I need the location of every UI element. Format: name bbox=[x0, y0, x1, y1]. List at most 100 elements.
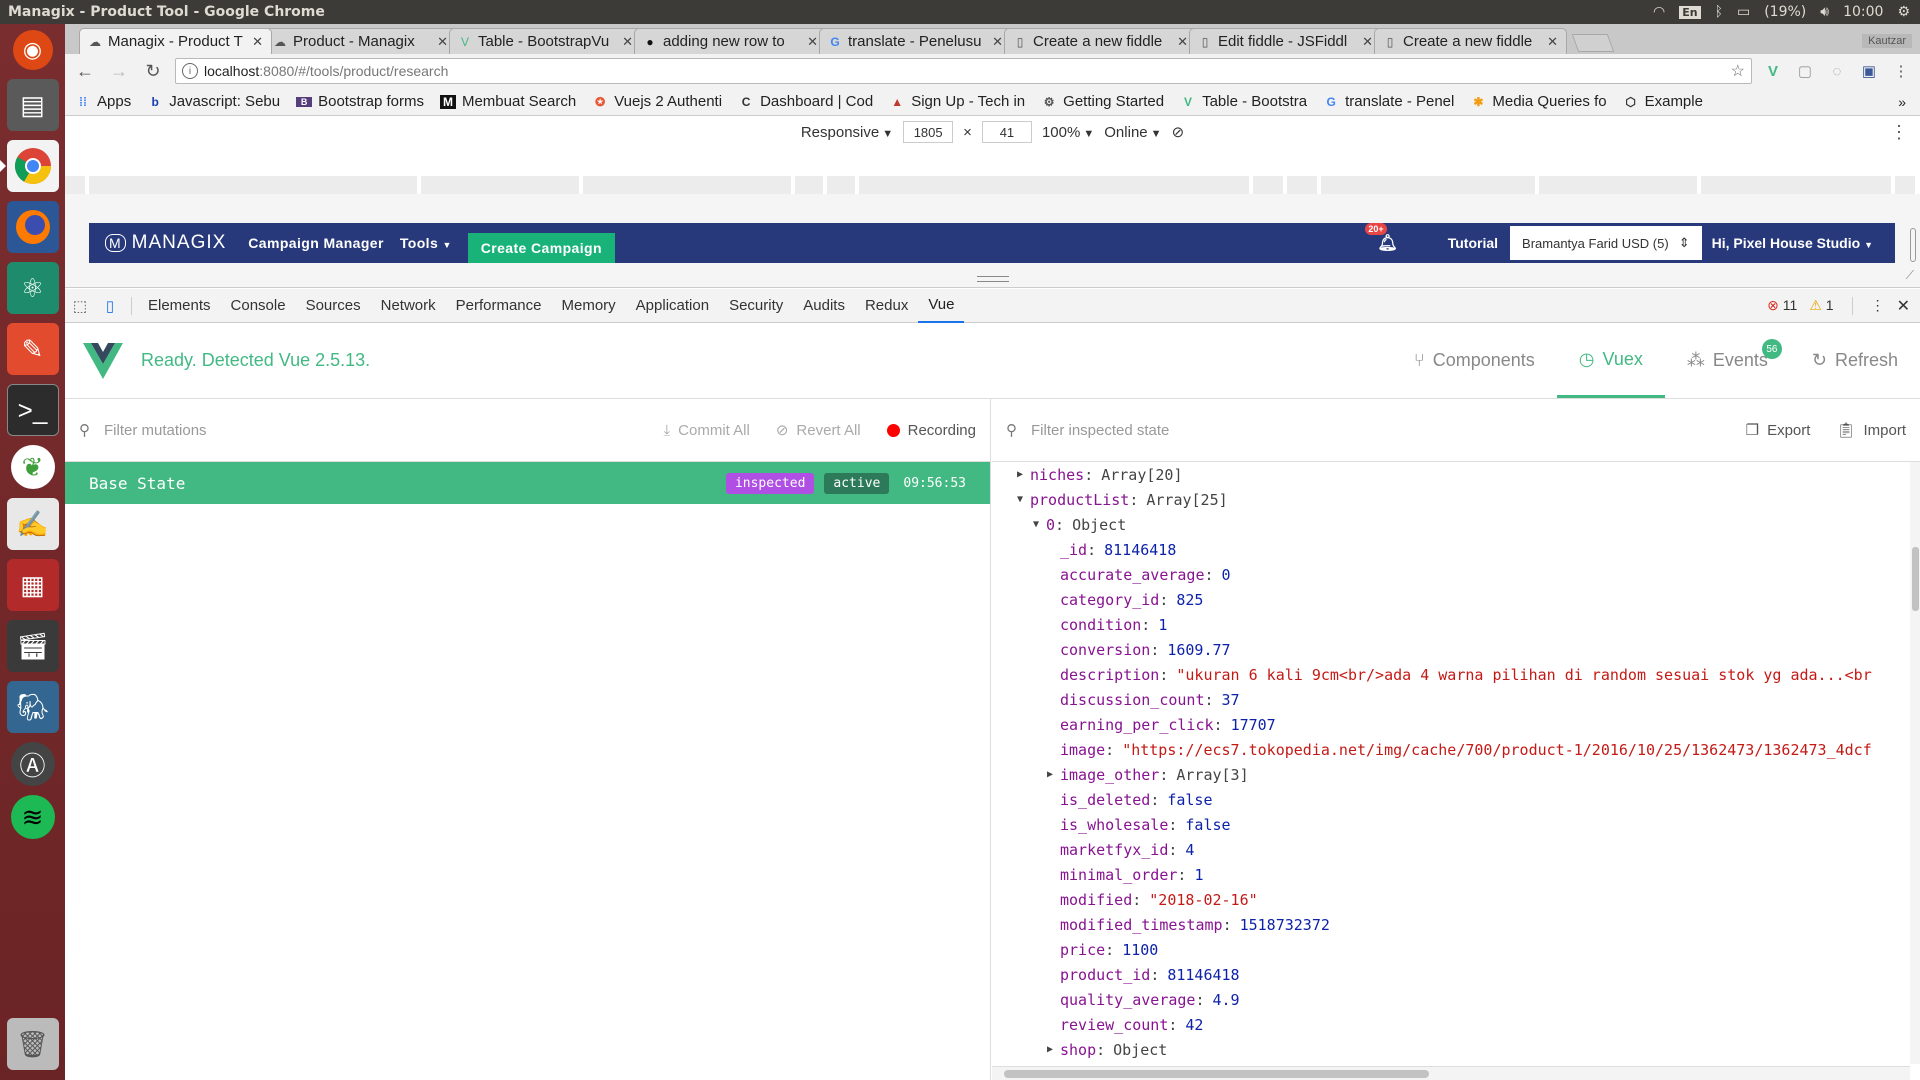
media-query-bar[interactable] bbox=[1895, 176, 1915, 194]
ubuntu-logo-icon[interactable]: ◉ bbox=[12, 30, 53, 70]
tab-vuex[interactable]: ◷ Vuex bbox=[1556, 323, 1665, 398]
volume-icon[interactable]: 🔊︎ bbox=[1820, 4, 1829, 20]
state-row[interactable]: ▶ image_other: Array[3] bbox=[992, 762, 1910, 787]
close-devtools-icon[interactable]: ✕ bbox=[1897, 296, 1910, 316]
warning-count[interactable]: ⚠ 1 bbox=[1809, 297, 1833, 314]
media-query-bar[interactable] bbox=[421, 176, 579, 194]
media-query-bar[interactable] bbox=[1321, 176, 1535, 194]
browser-tab[interactable]: V Table - BootstrapVu ✕ bbox=[449, 28, 642, 54]
browser-tab[interactable]: ☁ Managix - Product T ✕ bbox=[79, 28, 272, 54]
base-state-entry[interactable]: Base State inspected active 09:56:53 bbox=[65, 462, 990, 504]
forward-arrow-icon[interactable]: → bbox=[107, 61, 131, 82]
battery-icon[interactable]: ▭ bbox=[1737, 4, 1750, 20]
vertical-scrollbar[interactable] bbox=[1910, 462, 1920, 1064]
media-query-bar[interactable] bbox=[859, 176, 1249, 194]
bookmark-item[interactable]: ⚙ Getting Started bbox=[1041, 93, 1164, 110]
mongodb-icon[interactable]: ❦ bbox=[10, 445, 55, 489]
zoom-dropdown[interactable]: 100% bbox=[1042, 124, 1094, 141]
bookmark-item[interactable]: ✪ Vuejs 2 Authenti bbox=[592, 93, 722, 110]
close-icon[interactable]: ✕ bbox=[1362, 34, 1373, 50]
star-icon[interactable]: ☆ bbox=[1731, 61, 1745, 81]
state-row[interactable]: ▼ 0: Object bbox=[992, 512, 1910, 537]
browser-tab[interactable]: Gtranslate - Penelusu ✕ bbox=[819, 28, 1012, 54]
managix-logo[interactable]: M MANAGIX bbox=[105, 232, 226, 254]
bookmark-item[interactable]: C Dashboard | Cod bbox=[738, 93, 873, 110]
bookmark-item[interactable]: B Bootstrap forms bbox=[296, 93, 424, 110]
create-campaign-button[interactable]: Create Campaign bbox=[467, 233, 615, 263]
close-icon[interactable]: ✕ bbox=[437, 34, 448, 50]
clock[interactable]: 10:00 bbox=[1843, 4, 1883, 20]
state-row[interactable]: ▼ productList: Array[25] bbox=[992, 487, 1910, 512]
tutorial-link[interactable]: Tutorial bbox=[1448, 235, 1498, 251]
caret-right-icon[interactable]: ▶ bbox=[1040, 769, 1060, 780]
devtools-tab-redux[interactable]: Redux bbox=[855, 289, 918, 323]
media-query-bar[interactable] bbox=[65, 176, 85, 194]
filter-state-input[interactable]: Filter inspected state bbox=[1031, 422, 1169, 439]
import-button[interactable]: 📋︎ Import bbox=[1836, 421, 1906, 440]
error-count[interactable]: ⊗ 11 bbox=[1767, 297, 1797, 314]
close-icon[interactable]: ✕ bbox=[252, 34, 263, 50]
files-icon[interactable]: ▤ bbox=[6, 79, 59, 131]
info-icon[interactable]: i bbox=[182, 63, 198, 79]
export-button[interactable]: ❐ Export bbox=[1746, 421, 1811, 440]
devtools-tab-security[interactable]: Security bbox=[719, 289, 793, 323]
bluetooth-icon[interactable]: ᛒ bbox=[1715, 4, 1723, 20]
scrollbar-thumb[interactable] bbox=[1912, 547, 1919, 611]
media-query-bar[interactable] bbox=[795, 176, 823, 194]
bookmark-item[interactable]: M Membuat Search bbox=[439, 93, 576, 110]
wifi-icon[interactable]: ◠ bbox=[1653, 4, 1665, 20]
extension-icon[interactable]: ◌ bbox=[1826, 60, 1848, 82]
browser-tab[interactable]: ▯ Edit fiddle - JSFiddl ✕ bbox=[1189, 28, 1382, 54]
media-query-bar[interactable] bbox=[827, 176, 855, 194]
inspect-element-icon[interactable]: ⬚ bbox=[65, 297, 95, 315]
notification-bell-icon[interactable]: 🔔︎ 20+ bbox=[1365, 223, 1398, 253]
filezilla-icon[interactable]: ▦ bbox=[6, 559, 59, 611]
viewport-scrollbar[interactable] bbox=[1910, 228, 1916, 262]
device-mode-dropdown[interactable]: Responsive bbox=[801, 124, 893, 141]
bookmark-item[interactable]: b Javascript: Sebu bbox=[147, 93, 281, 110]
more-options-icon[interactable]: ⋮ bbox=[1890, 122, 1908, 143]
devtools-tab-vue[interactable]: Vue bbox=[918, 289, 965, 323]
gear-icon[interactable]: ⚙ bbox=[1897, 4, 1910, 20]
battery-percent[interactable]: (19%) bbox=[1764, 4, 1806, 20]
media-query-bar[interactable] bbox=[1539, 176, 1697, 194]
close-icon[interactable]: ✕ bbox=[1547, 34, 1558, 50]
new-tab-button[interactable] bbox=[1571, 34, 1615, 52]
browser-tab[interactable]: ● adding new row to ✕ bbox=[634, 28, 827, 54]
viewport-width-input[interactable]: 1805 bbox=[903, 121, 954, 143]
devtools-tab-application[interactable]: Application bbox=[626, 289, 719, 323]
video-editor-icon[interactable]: 🎬︎ bbox=[6, 620, 59, 672]
devtools-tab-memory[interactable]: Memory bbox=[552, 289, 626, 323]
nav-campaign-manager[interactable]: Campaign Manager bbox=[248, 235, 384, 251]
vue-devtools-icon[interactable]: V bbox=[1762, 60, 1784, 82]
back-arrow-icon[interactable]: ← bbox=[73, 61, 97, 82]
atom-icon[interactable]: ⚛ bbox=[6, 262, 59, 314]
spotify-icon[interactable]: ≋ bbox=[10, 795, 55, 839]
reload-icon[interactable]: ↻ bbox=[141, 61, 165, 82]
trash-icon[interactable]: 🗑︎ bbox=[6, 1018, 59, 1070]
devtools-menu-icon[interactable]: ⋮ bbox=[1871, 297, 1885, 314]
refresh-button[interactable]: ↻ Refresh bbox=[1790, 323, 1920, 398]
media-query-bar[interactable] bbox=[1287, 176, 1317, 194]
bookmark-item[interactable]: ⁞⁞ Apps bbox=[75, 93, 131, 110]
bookmark-item[interactable]: ⬡ Example bbox=[1623, 93, 1703, 110]
bookmark-item[interactable]: Gtranslate - Penel bbox=[1323, 93, 1454, 110]
text-editor-icon[interactable]: ✍ bbox=[6, 498, 59, 550]
user-menu-dropdown[interactable]: Hi, Pixel House Studio ▼ bbox=[1712, 235, 1873, 251]
caret-down-icon[interactable]: ▼ bbox=[1010, 494, 1030, 505]
media-query-bar[interactable] bbox=[583, 176, 791, 194]
filter-mutations-input[interactable]: Filter mutations bbox=[104, 422, 207, 439]
rotate-icon[interactable]: ⊘ bbox=[1172, 123, 1185, 141]
extension-icon[interactable]: ▢ bbox=[1794, 60, 1816, 82]
viewport-corner-resize-handle[interactable]: ⟋ bbox=[1906, 268, 1914, 283]
profile-button[interactable]: Kautzar bbox=[1862, 34, 1912, 48]
pgadmin-icon[interactable]: 🐘︎ bbox=[6, 681, 59, 733]
network-throttle-dropdown[interactable]: Online bbox=[1104, 124, 1161, 141]
extension-icon[interactable]: ▣ bbox=[1858, 60, 1880, 82]
tab-events[interactable]: ⁂ Events 56 bbox=[1665, 323, 1790, 398]
bookmark-item[interactable]: V Table - Bootstra bbox=[1180, 93, 1307, 110]
bookmark-item[interactable]: ▲ Sign Up - Tech in bbox=[889, 93, 1025, 110]
browser-tab[interactable]: ▯ Create a new fiddle ✕ bbox=[1004, 28, 1197, 54]
close-icon[interactable]: ✕ bbox=[622, 34, 633, 50]
browser-tab[interactable]: ☁ Product - Managix ✕ bbox=[264, 28, 457, 54]
